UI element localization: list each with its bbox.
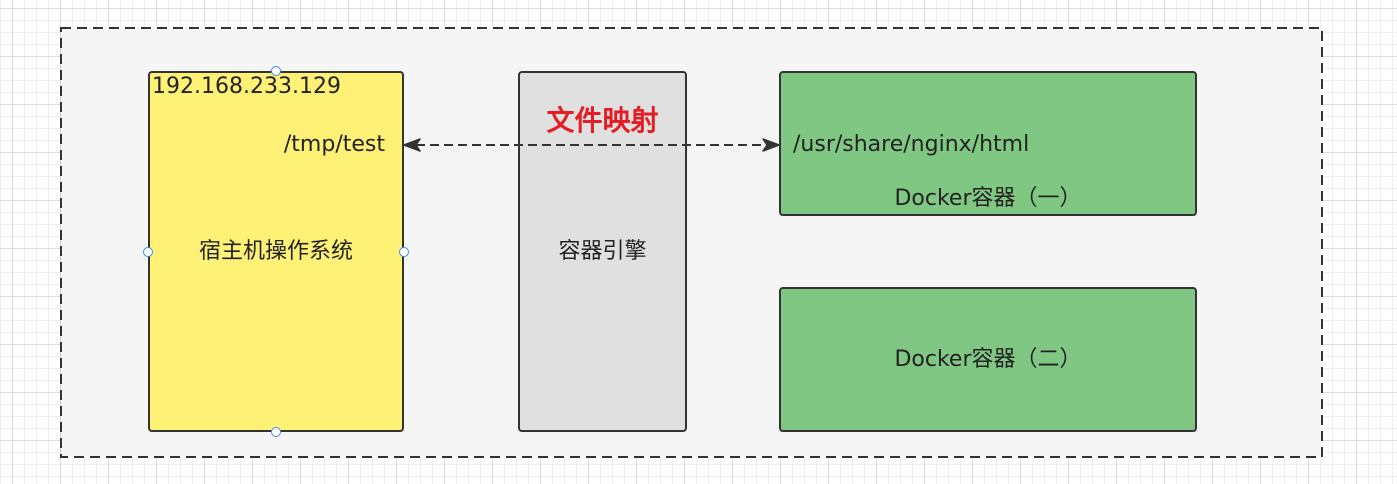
host-mount-path: /tmp/test: [283, 132, 385, 157]
file-mapping-label: 文件映射: [546, 104, 659, 137]
container-one-mount-path: /usr/share/nginx/html: [793, 132, 1030, 157]
host-os-label: 宿主机操作系统: [198, 238, 353, 264]
host-ip-address: 192.168.233.129: [152, 74, 341, 99]
host-os-box[interactable]: 192.168.233.129 /tmp/test 宿主机操作系统: [148, 71, 404, 432]
container-engine-label: 容器引擎: [558, 238, 647, 264]
resize-handle-right[interactable]: [399, 247, 409, 257]
resize-handle-left[interactable]: [143, 247, 153, 257]
container-two-label: Docker容器（二）: [894, 346, 1082, 372]
resize-handle-bottom[interactable]: [271, 427, 281, 437]
container-one-label: Docker容器（一）: [894, 186, 1082, 211]
resize-handle-top[interactable]: [271, 66, 281, 76]
docker-container-one-box[interactable]: /usr/share/nginx/html Docker容器（一）: [779, 71, 1197, 216]
docker-container-two-box[interactable]: Docker容器（二）: [779, 287, 1197, 432]
